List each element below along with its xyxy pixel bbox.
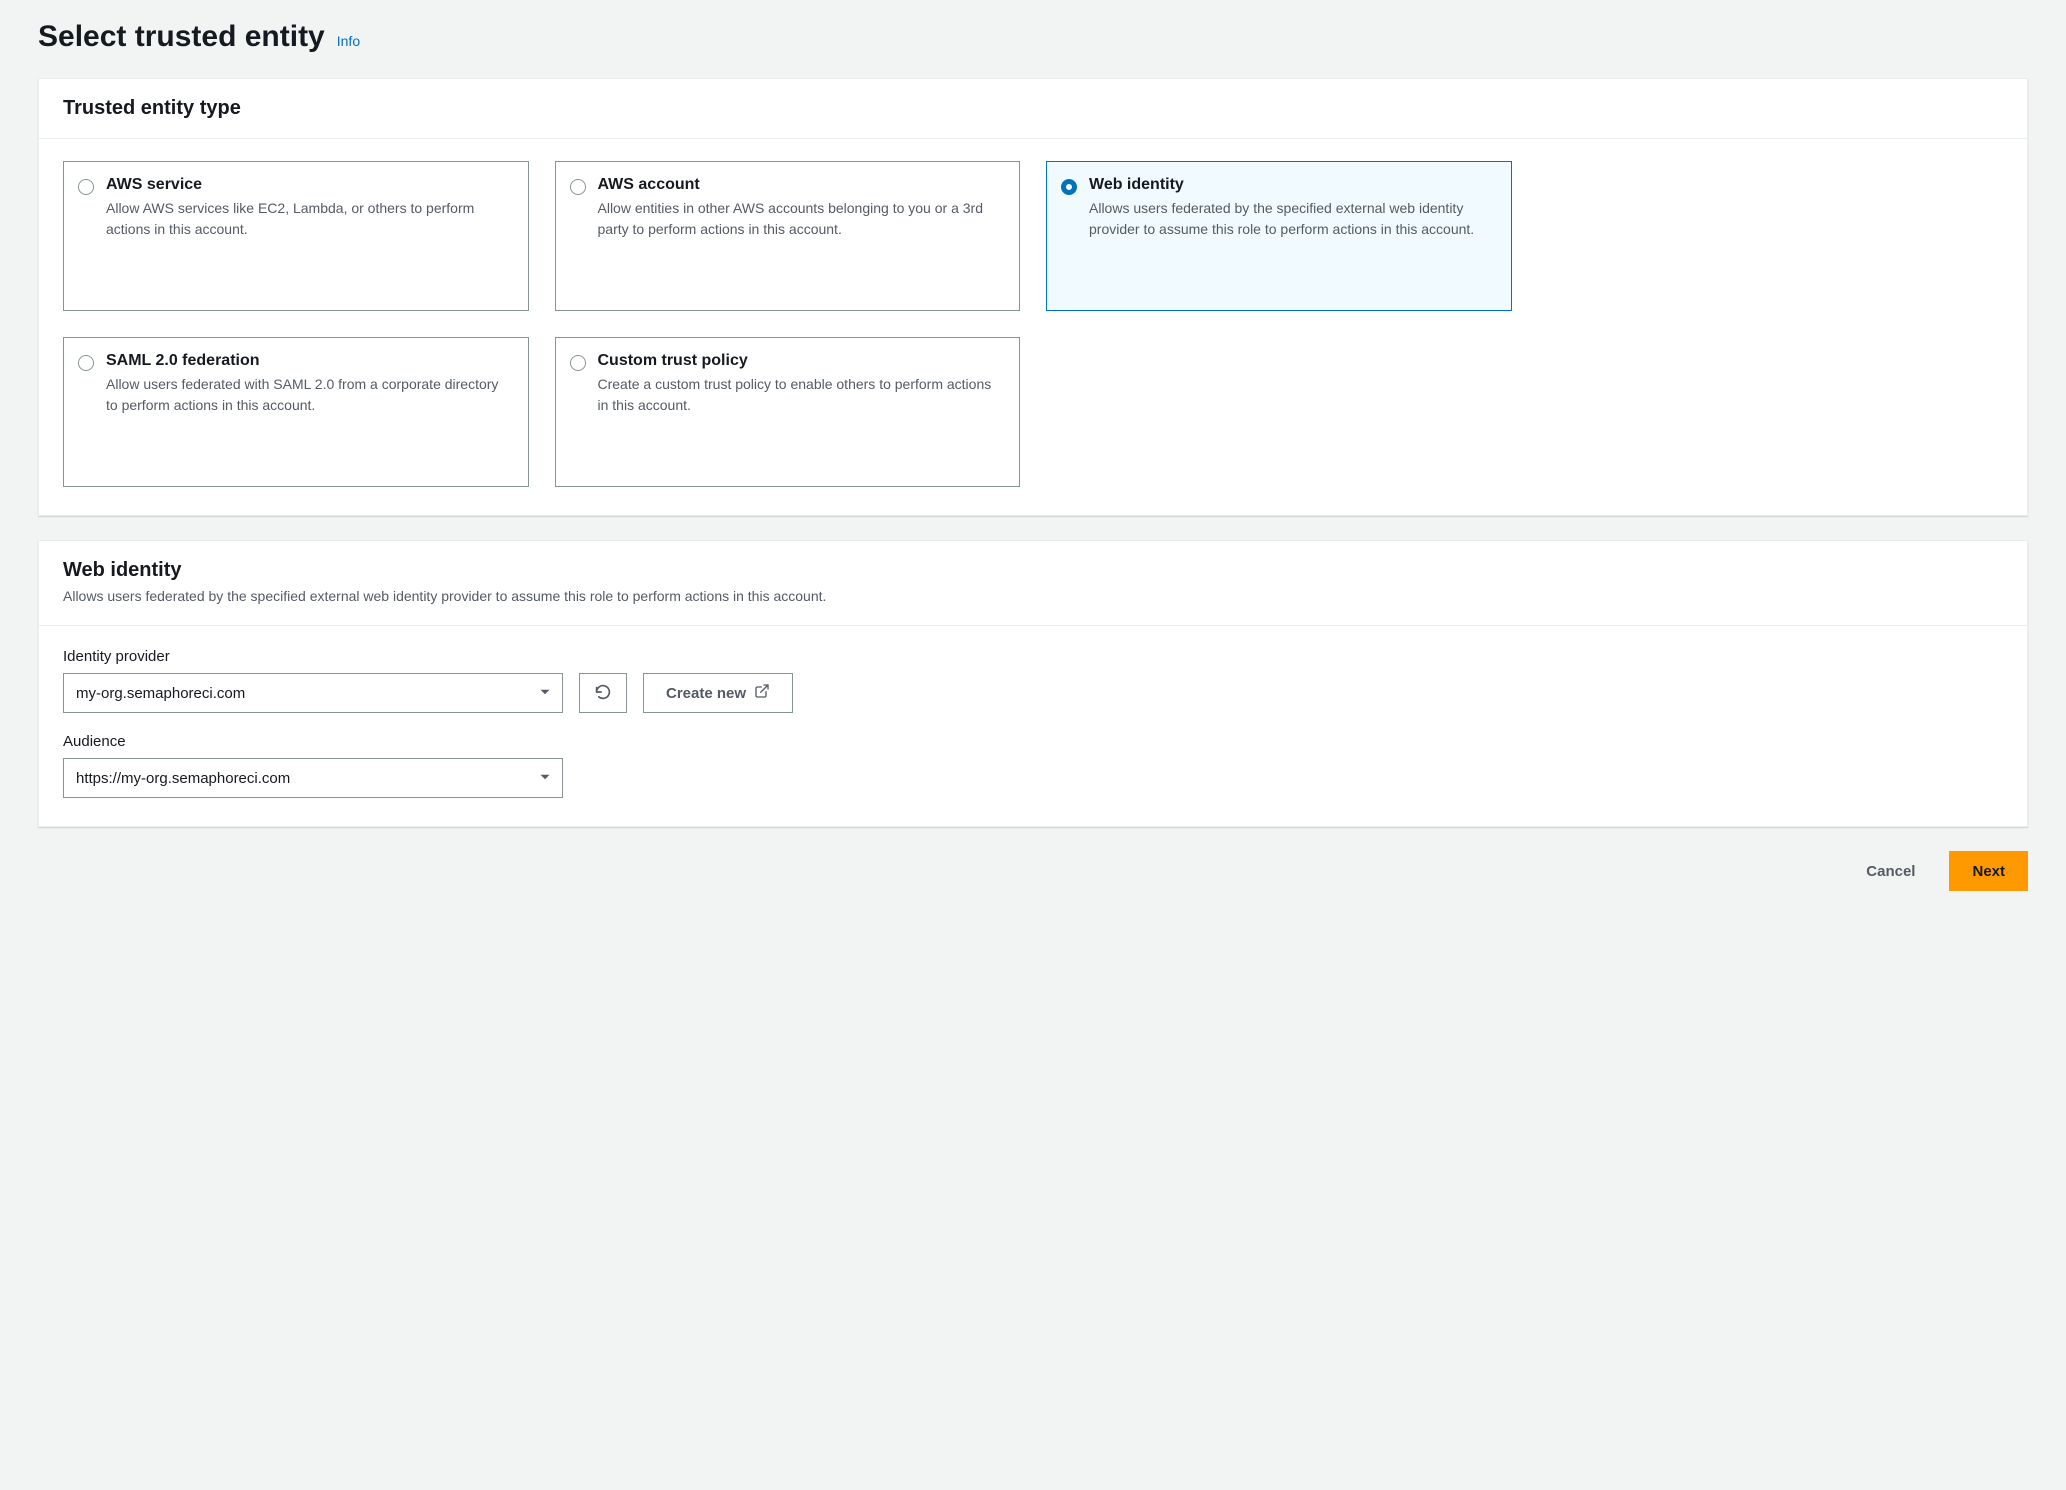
audience-label: Audience xyxy=(63,733,2003,750)
radio-description: Allow users federated with SAML 2.0 from… xyxy=(106,374,514,416)
radio-icon xyxy=(78,355,94,371)
radio-card-web-identity[interactable]: Web identity Allows users federated by t… xyxy=(1046,161,1512,311)
radio-label: AWS service xyxy=(106,176,514,194)
radio-card-saml-federation[interactable]: SAML 2.0 federation Allow users federate… xyxy=(63,337,529,487)
identity-provider-group: Identity provider my-org.semaphoreci.com xyxy=(63,648,2003,713)
web-identity-panel: Web identity Allows users federated by t… xyxy=(38,540,2028,827)
trusted-entity-panel: Trusted entity type AWS service Allow AW… xyxy=(38,78,2028,516)
info-link[interactable]: Info xyxy=(337,33,360,49)
radio-description: Allows users federated by the specified … xyxy=(1089,198,1497,240)
refresh-button[interactable] xyxy=(579,673,627,713)
radio-label: SAML 2.0 federation xyxy=(106,352,514,370)
footer-actions: Cancel Next xyxy=(38,851,2028,891)
radio-icon xyxy=(78,179,94,195)
web-identity-title: Web identity xyxy=(63,559,2003,582)
next-button[interactable]: Next xyxy=(1949,851,2028,891)
web-identity-subtitle: Allows users federated by the specified … xyxy=(63,586,2003,607)
trusted-entity-options: AWS service Allow AWS services like EC2,… xyxy=(63,161,2003,487)
radio-label: Web identity xyxy=(1089,176,1497,194)
radio-icon xyxy=(570,179,586,195)
create-new-button[interactable]: Create new xyxy=(643,673,793,713)
radio-label: AWS account xyxy=(598,176,1006,194)
identity-provider-label: Identity provider xyxy=(63,648,2003,665)
external-link-icon xyxy=(754,683,770,703)
trusted-entity-title: Trusted entity type xyxy=(63,97,2003,120)
radio-description: Allow AWS services like EC2, Lambda, or … xyxy=(106,198,514,240)
radio-description: Allow entities in other AWS accounts bel… xyxy=(598,198,1006,240)
identity-provider-select[interactable]: my-org.semaphoreci.com xyxy=(63,673,563,713)
audience-group: Audience https://my-org.semaphoreci.com xyxy=(63,733,2003,798)
refresh-icon xyxy=(594,683,612,704)
radio-card-aws-service[interactable]: AWS service Allow AWS services like EC2,… xyxy=(63,161,529,311)
radio-icon-selected xyxy=(1061,179,1077,195)
web-identity-header: Web identity Allows users federated by t… xyxy=(39,541,2027,626)
radio-label: Custom trust policy xyxy=(598,352,1006,370)
create-new-label: Create new xyxy=(666,685,746,702)
trusted-entity-header: Trusted entity type xyxy=(39,79,2027,139)
cancel-button[interactable]: Cancel xyxy=(1844,851,1937,891)
radio-description: Create a custom trust policy to enable o… xyxy=(598,374,1006,416)
radio-card-custom-trust-policy[interactable]: Custom trust policy Create a custom trus… xyxy=(555,337,1021,487)
audience-select[interactable]: https://my-org.semaphoreci.com xyxy=(63,758,563,798)
page-title: Select trusted entity xyxy=(38,20,325,54)
radio-card-aws-account[interactable]: AWS account Allow entities in other AWS … xyxy=(555,161,1021,311)
radio-icon xyxy=(570,355,586,371)
